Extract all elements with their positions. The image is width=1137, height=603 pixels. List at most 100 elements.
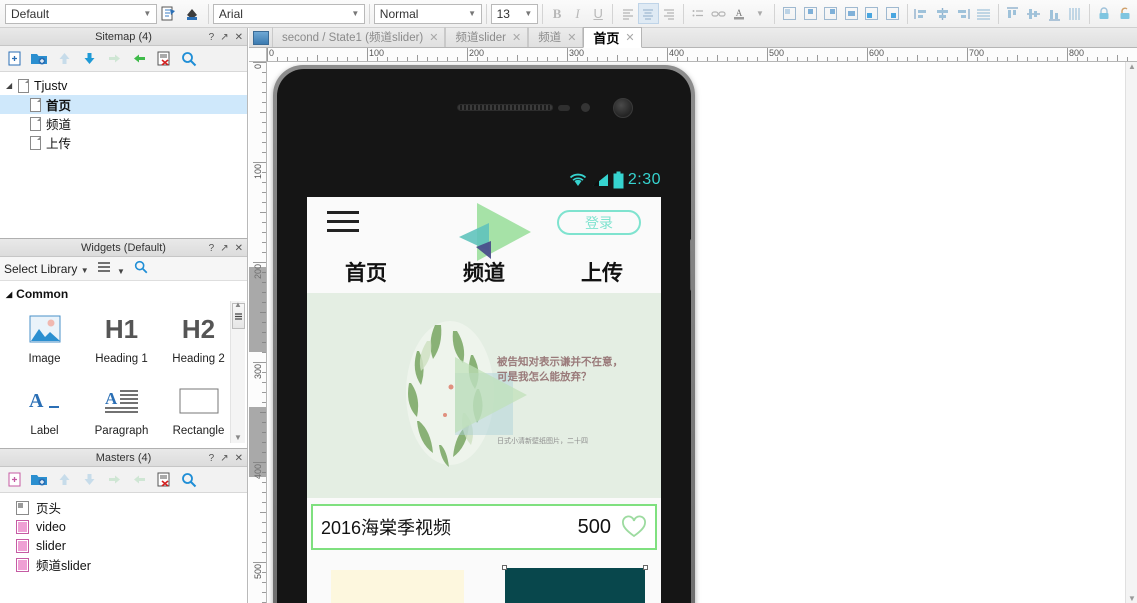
align-bottom-icon[interactable] [861, 3, 882, 24]
font-family-dropdown[interactable]: Arial ▼ [212, 3, 365, 24]
style-dropdown[interactable]: Default ▼ [5, 3, 157, 24]
close-icon[interactable]: ✕ [512, 31, 521, 44]
font-weight-dropdown[interactable]: Normal ▼ [373, 3, 482, 24]
hero-slider[interactable]: 被告知对表示谦并不在意， 可是我怎么能放弃？ 日式小清新壁纸图片，二十四 [307, 293, 661, 498]
tab-pindao-slider[interactable]: 频道slider ✕ [445, 27, 529, 47]
help-icon[interactable]: ? [209, 243, 215, 254]
align-stretch-icon[interactable] [882, 3, 903, 24]
align-right-icon[interactable] [659, 3, 680, 24]
widget-rectangle[interactable]: Rectangle [160, 375, 237, 447]
canvas-vertical-scrollbar[interactable]: ▲ ▼ [1125, 62, 1137, 603]
outdent-icon[interactable] [128, 48, 150, 70]
align-vbottom-icon[interactable] [1044, 3, 1065, 24]
sitemap-item-shangchuan[interactable]: 上传 [0, 133, 247, 152]
help-icon[interactable]: ? [209, 32, 215, 43]
login-button[interactable]: 登录 [557, 210, 641, 235]
popout-icon[interactable]: ↗ [220, 453, 228, 464]
add-folder-icon[interactable] [28, 469, 50, 491]
align-top-center-icon[interactable] [800, 3, 821, 24]
add-page-icon[interactable] [3, 48, 25, 70]
footer-teal-block[interactable] [502, 565, 648, 603]
app-nav-tab-shouye[interactable]: 首页 [307, 251, 425, 293]
align-vmiddle-icon[interactable] [1023, 3, 1044, 24]
distribute-left-icon[interactable] [912, 3, 933, 24]
scroll-up-arrow-icon[interactable]: ▲ [1128, 62, 1136, 71]
align-center-icon[interactable] [637, 3, 659, 24]
app-nav-tab-shangchuan[interactable]: 上传 [543, 251, 661, 293]
align-vtop-icon[interactable] [1003, 3, 1024, 24]
distribute-vertical-icon[interactable] [1064, 3, 1085, 24]
search-icon[interactable] [178, 48, 200, 70]
heart-outline-icon[interactable] [621, 515, 647, 539]
italic-button[interactable]: I [567, 3, 588, 24]
sitemap-item-shouye[interactable]: 首页 [0, 95, 247, 114]
master-item-pindao-slider[interactable]: 频道slider [0, 555, 247, 574]
select-library-dropdown[interactable]: Select Library ▼ [4, 262, 89, 276]
video-list-item[interactable]: 2016海棠季视频 500 [311, 504, 657, 550]
close-icon[interactable]: ✕ [235, 32, 243, 43]
master-item-slider[interactable]: slider [0, 536, 247, 555]
distribute-horizontal-icon[interactable] [973, 3, 994, 24]
close-icon[interactable]: ✕ [625, 31, 634, 44]
delete-master-icon[interactable] [153, 469, 175, 491]
add-folder-icon[interactable] [28, 48, 50, 70]
delete-page-icon[interactable] [153, 48, 175, 70]
distribute-center-icon[interactable] [932, 3, 953, 24]
scroll-up-arrow-icon[interactable]: ▲ [234, 300, 242, 309]
master-item-video[interactable]: video [0, 517, 247, 536]
close-icon[interactable]: ✕ [429, 31, 438, 44]
list-bullet-icon[interactable] [688, 3, 709, 24]
popout-icon[interactable]: ↗ [220, 32, 228, 43]
distribute-right-icon[interactable] [953, 3, 974, 24]
align-top-right-icon[interactable] [820, 3, 841, 24]
format-painter-icon[interactable] [158, 3, 180, 25]
footer-yellow-block[interactable] [331, 570, 464, 603]
sitemap-item-pindao[interactable]: 频道 [0, 114, 247, 133]
close-icon[interactable]: ✕ [567, 31, 576, 44]
resize-handle[interactable] [643, 565, 648, 570]
widgets-scrollbar[interactable]: ▲ ▼ [230, 300, 245, 443]
hamburger-menu-icon[interactable] [327, 211, 359, 238]
resize-handle[interactable] [502, 565, 507, 570]
help-icon[interactable]: ? [209, 453, 215, 464]
tab-pindao[interactable]: 频道 ✕ [528, 27, 584, 47]
app-nav-tab-pindao[interactable]: 频道 [425, 251, 543, 293]
popout-icon[interactable]: ↗ [220, 243, 228, 254]
sitemap-item-tjustv[interactable]: ◢ Tjustv [0, 76, 247, 95]
unlock-icon[interactable] [1114, 3, 1135, 24]
font-size-dropdown[interactable]: 13 ▼ [490, 3, 538, 24]
lock-icon[interactable] [1094, 3, 1115, 24]
fill-color-icon[interactable] [181, 3, 203, 25]
align-top-left-icon[interactable] [779, 3, 800, 24]
library-options-icon[interactable]: ▼ [97, 261, 125, 277]
vertical-ruler[interactable]: 0100200300400500 [249, 62, 267, 603]
hyperlink-icon[interactable] [709, 3, 730, 24]
search-icon[interactable] [178, 469, 200, 491]
add-master-icon[interactable] [3, 469, 25, 491]
search-icon[interactable] [133, 259, 149, 278]
widgets-group-common[interactable]: ◢ Common [0, 281, 247, 301]
widget-image[interactable]: Image [6, 303, 83, 375]
underline-button[interactable]: U [588, 3, 609, 24]
scroll-down-arrow-icon[interactable]: ▼ [234, 433, 242, 442]
widget-label-item[interactable]: A Label [6, 375, 83, 447]
align-middle-icon[interactable] [841, 3, 862, 24]
scroll-down-arrow-icon[interactable]: ▼ [1128, 594, 1136, 603]
close-icon[interactable]: ✕ [235, 453, 243, 464]
tab-second-state1[interactable]: second / State1 (频道slider) ✕ [272, 27, 446, 47]
font-color-icon[interactable]: A [729, 3, 750, 24]
phone-screen[interactable]: 登录 首页 频道 上传 被告知对表示谦并不在意， 可是我怎么能放弃？ 日式小清新… [307, 197, 661, 603]
widget-heading1[interactable]: H1 Heading 1 [83, 303, 160, 375]
close-icon[interactable]: ✕ [235, 243, 243, 254]
bold-button[interactable]: B [547, 3, 568, 24]
font-color-dropdown-arrow[interactable]: ▼ [750, 3, 771, 24]
widget-heading2[interactable]: H2 Heading 2 [160, 303, 237, 375]
design-canvas[interactable]: 2:30 登录 首页 频道 上传 被告知对表示谦并不在意， 可是我怎么能放弃？ … [267, 62, 1125, 603]
tab-shouye[interactable]: 首页 ✕ [583, 27, 642, 48]
expander-icon[interactable]: ◢ [6, 81, 18, 90]
master-item-yetou[interactable]: 页头 [0, 498, 247, 517]
horizontal-ruler[interactable]: 0 100 200 300 400 500 600 700 800 [249, 48, 1137, 62]
widget-paragraph[interactable]: A Paragraph [83, 375, 160, 447]
align-left-icon[interactable] [617, 3, 638, 24]
move-down-icon[interactable] [78, 48, 100, 70]
